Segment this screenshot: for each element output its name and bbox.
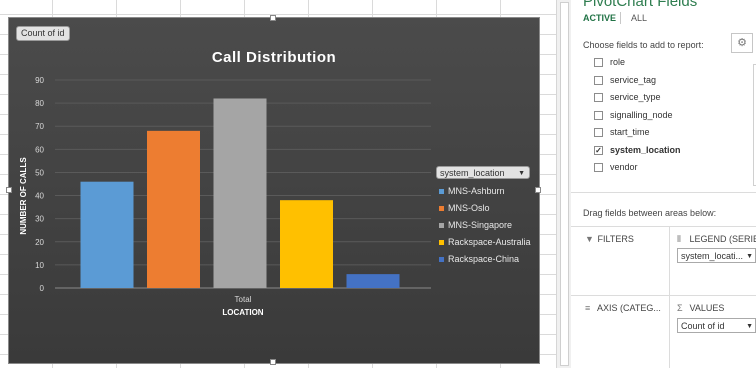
field-item-start-time[interactable]: start_time bbox=[594, 124, 650, 141]
tab-active[interactable]: ACTIVE bbox=[583, 13, 616, 23]
bar-mns-singapore[interactable] bbox=[213, 98, 267, 288]
field-label: start_time bbox=[610, 127, 650, 137]
values-area-field-label: Count of id bbox=[681, 321, 725, 331]
filter-icon: ▼ bbox=[585, 234, 594, 244]
chart-legend[interactable]: MNS-Ashburn MNS-Oslo MNS-Singapore Rackspac… bbox=[439, 183, 531, 268]
legend-area-field-label: system_locati... bbox=[681, 251, 744, 261]
drag-fields-label: Drag fields between areas below: bbox=[583, 208, 717, 218]
field-label: signalling_node bbox=[610, 109, 673, 120]
field-checkbox[interactable] bbox=[594, 128, 603, 137]
field-checkbox[interactable] bbox=[594, 110, 603, 120]
bar-rackspace-china[interactable] bbox=[346, 274, 400, 288]
field-label: system_location bbox=[610, 144, 681, 155]
legend-label: LEGEND (SERIES) bbox=[689, 234, 756, 244]
sigma-icon: Σ bbox=[677, 303, 683, 313]
legend-swatch bbox=[439, 189, 444, 194]
choose-fields-label: Choose fields to add to report: bbox=[583, 40, 704, 50]
legend-swatch bbox=[439, 240, 444, 245]
field-checkbox[interactable] bbox=[594, 58, 603, 67]
y-tick-label: 50 bbox=[35, 168, 44, 177]
values-label: VALUES bbox=[689, 303, 725, 313]
axis-label: AXIS (CATEG... bbox=[597, 303, 661, 313]
legend-item[interactable]: Rackspace-China bbox=[439, 251, 531, 268]
areas-vertical-divider bbox=[669, 226, 670, 368]
areas-middle-divider bbox=[571, 295, 756, 296]
legend-item[interactable]: MNS-Singapore bbox=[439, 217, 531, 234]
y-tick-label: 70 bbox=[35, 122, 44, 131]
tab-all[interactable]: ALL bbox=[631, 13, 647, 23]
legend-swatch bbox=[439, 223, 444, 228]
tab-separator bbox=[620, 12, 621, 24]
y-tick-label: 0 bbox=[40, 284, 45, 293]
gear-icon: ⚙ bbox=[737, 37, 747, 49]
pivot-chart[interactable]: Count of id Call Distribution 0 10 20 30 40 5… bbox=[6, 15, 541, 365]
legend-swatch bbox=[439, 257, 444, 262]
legend-label: Rackspace-China bbox=[448, 254, 520, 264]
pane-divider bbox=[571, 192, 756, 193]
bar-rackspace-australia[interactable] bbox=[280, 200, 333, 288]
dropdown-arrow-icon: ▼ bbox=[746, 323, 753, 330]
y-tick-label: 30 bbox=[35, 215, 44, 224]
axis-area-label: ≡ AXIS (CATEG... bbox=[585, 303, 661, 313]
field-label: service_tag bbox=[610, 74, 657, 85]
x-axis-title: LOCATION bbox=[222, 308, 263, 317]
legend-label: Rackspace-Australia bbox=[448, 237, 531, 247]
legend-area-label: ⦀ LEGEND (SERIES) bbox=[677, 234, 756, 245]
y-tick-label: 10 bbox=[35, 261, 44, 270]
field-item-role[interactable]: role bbox=[594, 57, 626, 71]
legend-label: MNS-Oslo bbox=[448, 203, 490, 213]
field-list-settings-button[interactable]: ⚙ bbox=[731, 33, 753, 53]
field-list: role service_tag service_type signalling_no… bbox=[583, 57, 756, 188]
x-category-label: Total bbox=[235, 295, 252, 304]
y-tick-label: 90 bbox=[35, 76, 44, 85]
field-item-vendor[interactable]: vendor bbox=[594, 159, 638, 176]
field-checkbox[interactable] bbox=[594, 163, 603, 172]
legend-area-field[interactable]: system_locati... ▼ bbox=[677, 248, 756, 263]
pivotchart-fields-pane: PivotChart Fields ACTIVE ALL Choose fiel… bbox=[571, 0, 756, 368]
rows-icon: ≡ bbox=[585, 303, 591, 313]
legend-field-label: system_location bbox=[440, 168, 505, 178]
y-tick-label: 40 bbox=[35, 192, 44, 201]
field-item-service-tag[interactable]: service_tag bbox=[594, 72, 657, 89]
areas-top-divider bbox=[571, 226, 756, 227]
legend-item[interactable]: MNS-Ashburn bbox=[439, 183, 531, 200]
dropdown-arrow-icon: ▼ bbox=[518, 170, 525, 177]
legend-item[interactable]: Rackspace-Australia bbox=[439, 234, 531, 251]
legend-item[interactable]: MNS-Oslo bbox=[439, 200, 531, 217]
field-item-service-type[interactable]: service_type bbox=[594, 89, 661, 106]
filters-label: FILTERS bbox=[597, 234, 634, 244]
values-area-field[interactable]: Count of id ▼ bbox=[677, 318, 756, 333]
legend-label: MNS-Singapore bbox=[448, 220, 513, 230]
field-label: vendor bbox=[610, 162, 638, 172]
field-checkbox[interactable] bbox=[594, 75, 603, 85]
vertical-scrollbar[interactable] bbox=[556, 0, 572, 368]
legend-swatch bbox=[439, 206, 444, 211]
y-tick-label: 80 bbox=[35, 99, 44, 108]
values-area-label: Σ VALUES bbox=[677, 303, 724, 313]
filters-area-label: ▼ FILTERS bbox=[585, 234, 634, 244]
bar-mns-ashburn[interactable] bbox=[80, 181, 134, 288]
bar-mns-oslo[interactable] bbox=[147, 130, 200, 288]
field-item-system-location[interactable]: ✓ system_location bbox=[594, 142, 681, 159]
columns-icon: ⦀ bbox=[677, 234, 681, 244]
y-tick-label: 60 bbox=[35, 145, 44, 154]
legend-field-dropdown[interactable]: system_location ▼ bbox=[436, 166, 530, 179]
scrollbar-thumb[interactable] bbox=[560, 2, 569, 366]
pane-title: PivotChart Fields bbox=[583, 0, 698, 10]
field-label: role bbox=[610, 57, 626, 67]
field-item-signalling-node[interactable]: signalling_node bbox=[594, 107, 673, 124]
legend-label: MNS-Ashburn bbox=[448, 186, 505, 196]
field-label: service_type bbox=[610, 92, 661, 102]
field-checkbox[interactable] bbox=[594, 93, 603, 102]
dropdown-arrow-icon: ▼ bbox=[746, 253, 753, 260]
y-axis-title: NUMBER OF CALLS bbox=[19, 157, 28, 235]
y-tick-label: 20 bbox=[35, 238, 44, 247]
field-checkbox[interactable]: ✓ bbox=[594, 145, 603, 155]
